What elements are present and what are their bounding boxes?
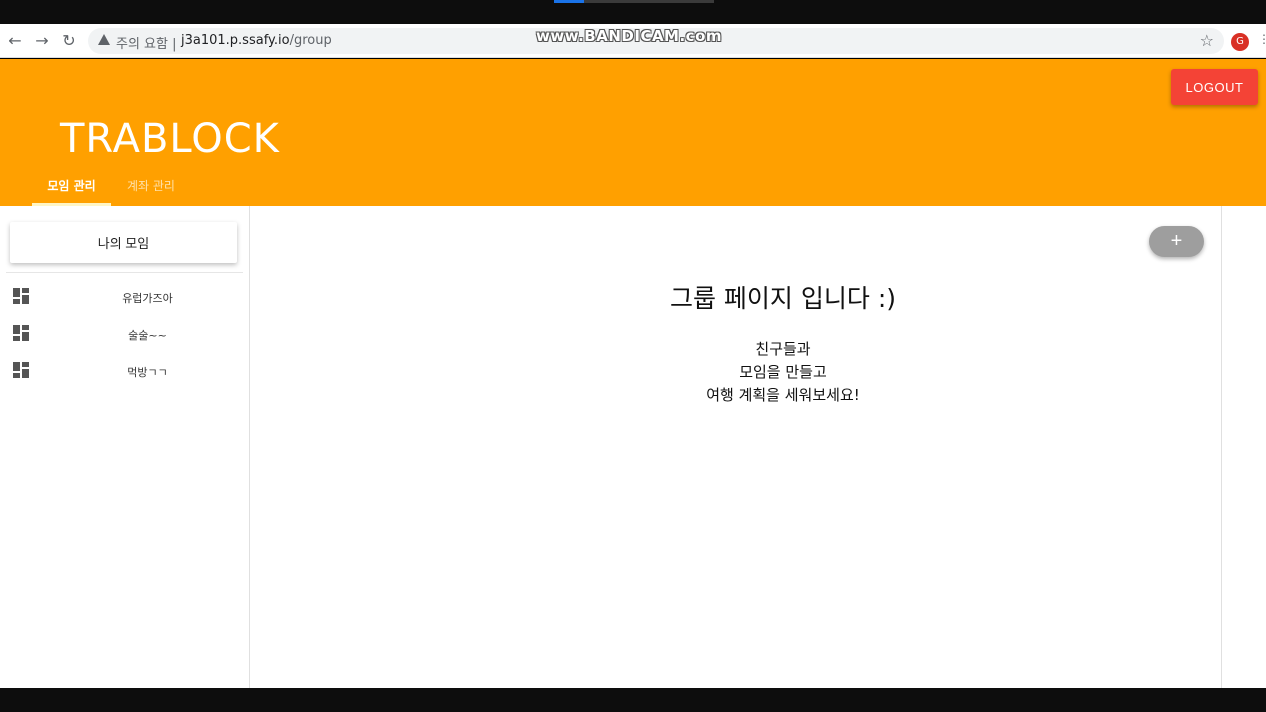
description-line: 친구들과: [755, 340, 811, 358]
sidebar-item-group[interactable]: 먹방ㄱㄱ: [0, 356, 250, 386]
logout-button[interactable]: LOGOUT: [1171, 69, 1258, 105]
profile-avatar[interactable]: G: [1231, 33, 1249, 51]
right-gutter: [1221, 206, 1266, 688]
forward-arrow-icon[interactable]: →: [33, 32, 51, 50]
sidebar-item-group[interactable]: 술술~~: [0, 319, 250, 349]
page-title: 그룹 페이지 입니다 :): [669, 284, 897, 313]
more-menu-icon[interactable]: ⋮: [1258, 32, 1266, 46]
app-header: TRABLOCK LOGOUT 모임 관리 계좌 관리: [0, 59, 1266, 206]
tab-strip-hint: [554, 0, 714, 3]
sidebar: 나의 모임 유럽가즈아 술술~~ 먹방ㄱㄱ: [0, 206, 250, 688]
bookmark-star-icon[interactable]: ☆: [1200, 31, 1214, 50]
sidebar-item-label: 먹방ㄱㄱ: [127, 366, 168, 379]
warning-icon: [98, 34, 110, 45]
tab-account-management[interactable]: 계좌 관리: [111, 177, 191, 206]
description-line: 모임을 만들고: [739, 363, 827, 381]
sidebar-item-label: 술술~~: [128, 329, 167, 342]
my-groups-button[interactable]: 나의 모임: [10, 222, 237, 263]
dashboard-icon: [13, 325, 29, 341]
url-text: j3a101.p.ssafy.io/group: [181, 33, 332, 48]
screen-bottom-bar: [0, 688, 1266, 712]
screen-top-bar: [0, 0, 1266, 24]
recorder-watermark: www.BANDICAM.com: [536, 27, 723, 45]
page-content: 나의 모임 유럽가즈아 술술~~ 먹방ㄱㄱ + 그룹 페이지 입니다:) 친구…: [0, 206, 1266, 688]
sidebar-divider: [6, 272, 243, 273]
app-logo: TRABLOCK: [60, 116, 280, 162]
dashboard-icon: [13, 288, 29, 304]
sidebar-item-label: 유럽가즈아: [122, 292, 173, 305]
description-line: 여행 계획을 세워보세요!: [706, 386, 860, 404]
main-panel: + 그룹 페이지 입니다 :) 친구들과 모임을 만들고 여행 계획을 세워보세…: [250, 206, 1221, 688]
tab-group-management[interactable]: 모임 관리: [32, 177, 111, 206]
add-group-button[interactable]: +: [1149, 226, 1204, 257]
reload-icon[interactable]: ↻: [60, 32, 78, 50]
back-arrow-icon[interactable]: ←: [6, 32, 24, 50]
security-warning-text: 주의 요함 |: [116, 37, 177, 52]
sidebar-item-group[interactable]: 유럽가즈아: [0, 282, 250, 312]
dashboard-icon: [13, 362, 29, 378]
